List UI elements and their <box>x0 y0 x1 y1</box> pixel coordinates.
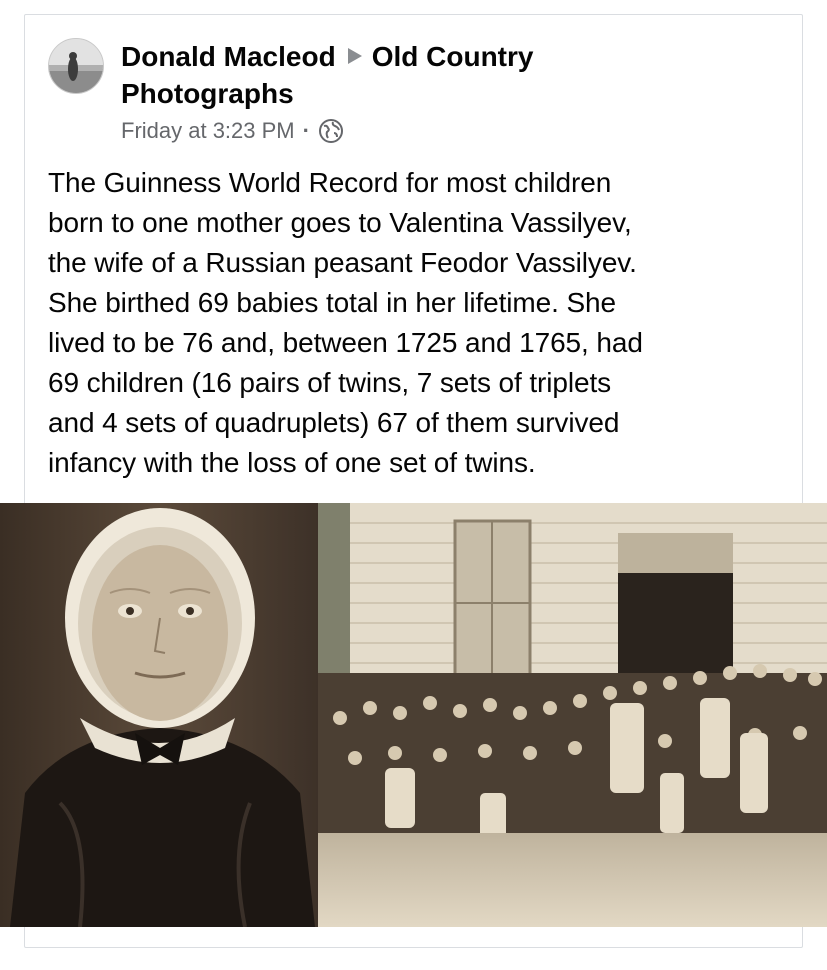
meta-separator: · <box>302 118 310 143</box>
post-text-line: born to one mother goes to Valentina Vas… <box>48 207 632 238</box>
post-photo[interactable] <box>0 503 827 927</box>
portrait-photo <box>0 503 318 927</box>
post-header: Donald Macleod Old Country Photographs <box>121 38 641 112</box>
post-meta: Friday at 3:23 PM · <box>121 118 344 144</box>
post-text-line: She birthed 69 babies total in her lifet… <box>48 287 616 318</box>
author-avatar[interactable] <box>48 38 104 94</box>
post-timestamp[interactable]: Friday at 3:23 PM <box>121 118 295 144</box>
post-text-line: lived to be 76 and, between 1725 and 176… <box>48 327 643 358</box>
author-name[interactable]: Donald Macleod <box>121 41 336 72</box>
post-text-line: 69 children (16 pairs of twins, 7 sets o… <box>48 367 612 398</box>
post-text-line: the wife of a Russian peasant Feodor Vas… <box>48 247 637 278</box>
group-name-continued[interactable]: Photographs <box>121 78 294 109</box>
post-body: The Guinness World Record for most child… <box>48 163 768 483</box>
group-photo <box>318 503 827 927</box>
post-text-line: and 4 sets of quadruplets) 67 of them su… <box>48 407 620 438</box>
globe-icon[interactable] <box>318 118 344 144</box>
post-text-line: infancy with the loss of one set of twin… <box>48 447 536 478</box>
arrow-right-icon <box>347 48 362 64</box>
group-name[interactable]: Old Country <box>372 41 534 72</box>
post-text-line: The Guinness World Record for most child… <box>48 167 612 198</box>
avatar-photo <box>49 39 103 93</box>
